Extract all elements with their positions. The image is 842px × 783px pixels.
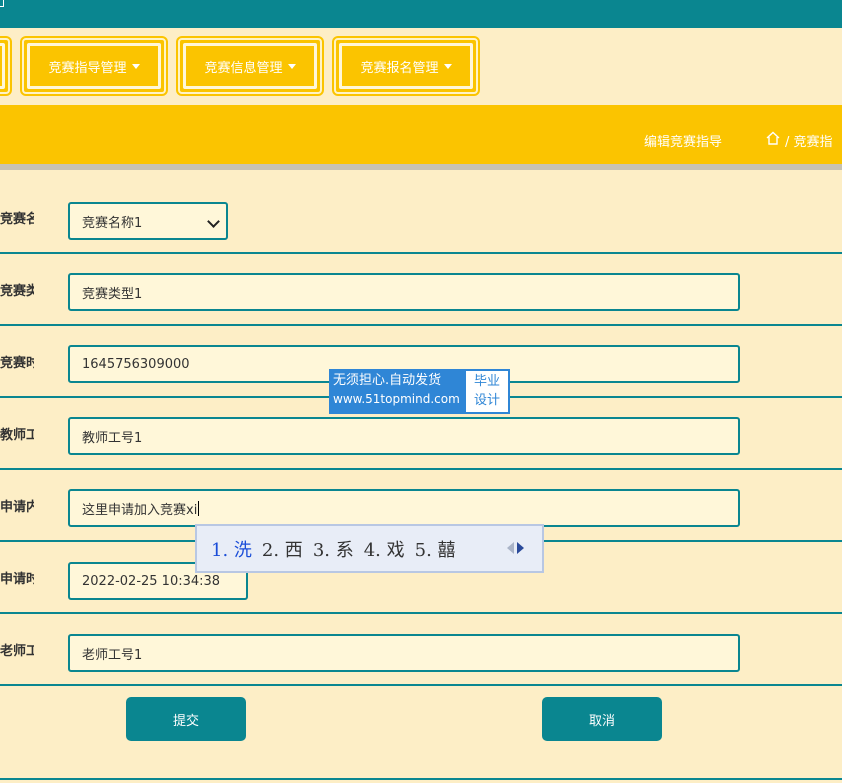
field-label: 申请内容	[0, 499, 34, 515]
input-value: 1645756309000	[82, 356, 190, 372]
submit-button[interactable]: 提交	[126, 697, 246, 741]
field-label: 竞赛时间	[0, 355, 34, 371]
input-value: 2022-02-25 10:34:38	[82, 573, 221, 589]
form-row-competition-name: 竞赛名称 竞赛名称1	[0, 182, 842, 254]
watermark-badge-line: 设计	[473, 393, 500, 408]
form-row-competition-type: 竞赛类型 竞赛类型1	[0, 254, 842, 326]
watermark-banner: 无须担心.自动发货 www.51topmind.com 毕业 设计	[329, 369, 510, 414]
competition-name-select[interactable]: 竞赛名称1	[68, 202, 228, 240]
field-label: 老师工号	[0, 643, 34, 659]
mentor-id-input[interactable]: 老师工号1	[68, 634, 740, 672]
chevron-down-icon	[207, 215, 220, 228]
ime-candidate[interactable]: 4. 戏	[364, 536, 405, 562]
bottom-divider	[0, 778, 842, 780]
input-value: 老师工号1	[82, 647, 143, 663]
input-value: 教师工号1	[82, 430, 143, 446]
watermark-url: www.51topmind.com	[333, 392, 460, 406]
watermark-line: 无须担心.自动发货	[333, 373, 442, 388]
ime-candidate-popup: 1. 洗 2. 西 3. 系 4. 戏 5. 囍	[195, 524, 544, 573]
page-title: 编辑竞赛指导	[644, 135, 723, 150]
nav-item-registration[interactable]: 竞赛报名管理	[334, 38, 478, 94]
select-value: 竞赛名称1	[82, 215, 143, 231]
nav-item-label: 竞赛指导管理	[48, 60, 127, 76]
nav-item-info[interactable]: 竞赛信息管理	[178, 38, 322, 94]
input-value: 竞赛类型1	[82, 286, 143, 302]
prev-page-icon[interactable]	[507, 542, 514, 554]
nav-item-guidance[interactable]: 竞赛指导管理	[22, 38, 166, 94]
nav-item-partial[interactable]	[0, 38, 10, 94]
apply-content-input[interactable]: 这里申请加入竞赛xi	[68, 489, 740, 527]
home-icon[interactable]	[766, 131, 780, 145]
ime-candidate[interactable]: 2. 西	[262, 536, 303, 562]
watermark-badge: 毕业 设计	[464, 369, 510, 414]
next-page-icon[interactable]	[517, 542, 524, 554]
breadcrumb[interactable]: / 竞赛指	[785, 131, 833, 150]
ime-candidate[interactable]: 3. 系	[313, 536, 354, 562]
watermark-text: 无须担心.自动发货 www.51topmind.com	[329, 369, 464, 414]
teacher-id-input[interactable]: 教师工号1	[68, 417, 740, 455]
caret-down-icon	[131, 63, 140, 69]
ime-candidate[interactable]: 5. 囍	[415, 536, 456, 562]
watermark-badge-line: 毕业	[473, 374, 500, 389]
ime-candidate[interactable]: 1. 洗	[211, 536, 252, 562]
ime-page-arrows	[507, 542, 524, 554]
top-bar	[0, 0, 842, 28]
caret-down-icon	[443, 63, 452, 69]
cancel-button[interactable]: 取消	[542, 697, 662, 741]
caret-down-icon	[287, 63, 296, 69]
nav-item-label: 竞赛信息管理	[204, 60, 283, 76]
nav-menu: 竞赛指导管理 竞赛信息管理 竞赛报名管理	[0, 28, 842, 105]
field-label: 教师工号	[0, 427, 34, 443]
field-label: 申请时间	[0, 571, 34, 587]
text-cursor	[198, 500, 200, 516]
form-row-mentor-id: 老师工号 老师工号1	[0, 614, 842, 686]
nav-item-label: 竞赛报名管理	[360, 60, 439, 76]
window-corner-mark	[0, 0, 4, 7]
header-divider	[0, 164, 842, 170]
field-label: 竞赛类型	[0, 283, 34, 299]
input-value: 这里申请加入竞赛xi	[82, 502, 198, 518]
competition-type-input[interactable]: 竞赛类型1	[68, 273, 740, 311]
field-label: 竞赛名称	[0, 211, 34, 227]
